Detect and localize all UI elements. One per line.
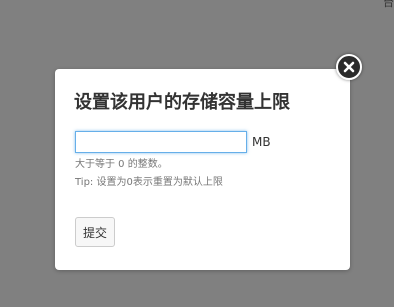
close-button[interactable] bbox=[336, 54, 362, 80]
help-text-integer: 大于等于 0 的整数。 bbox=[75, 159, 168, 170]
unit-label: MB bbox=[252, 135, 271, 149]
submit-button[interactable]: 提交 bbox=[75, 217, 115, 247]
help-text-tip: Tip: 设置为0表示重置为默认上限 bbox=[75, 177, 223, 188]
dialog-title: 设置该用户的存储容量上限 bbox=[74, 92, 290, 113]
watermark: https://blog.csdn.net/GX_1_11_real bbox=[136, 251, 339, 266]
close-icon bbox=[343, 61, 355, 73]
corner-text-fragment: 台 bbox=[383, 0, 394, 9]
capacity-input[interactable] bbox=[75, 131, 247, 153]
capacity-field-row: MB bbox=[75, 130, 271, 154]
capacity-dialog: 设置该用户的存储容量上限 MB 大于等于 0 的整数。 Tip: 设置为0表示重… bbox=[55, 69, 350, 270]
